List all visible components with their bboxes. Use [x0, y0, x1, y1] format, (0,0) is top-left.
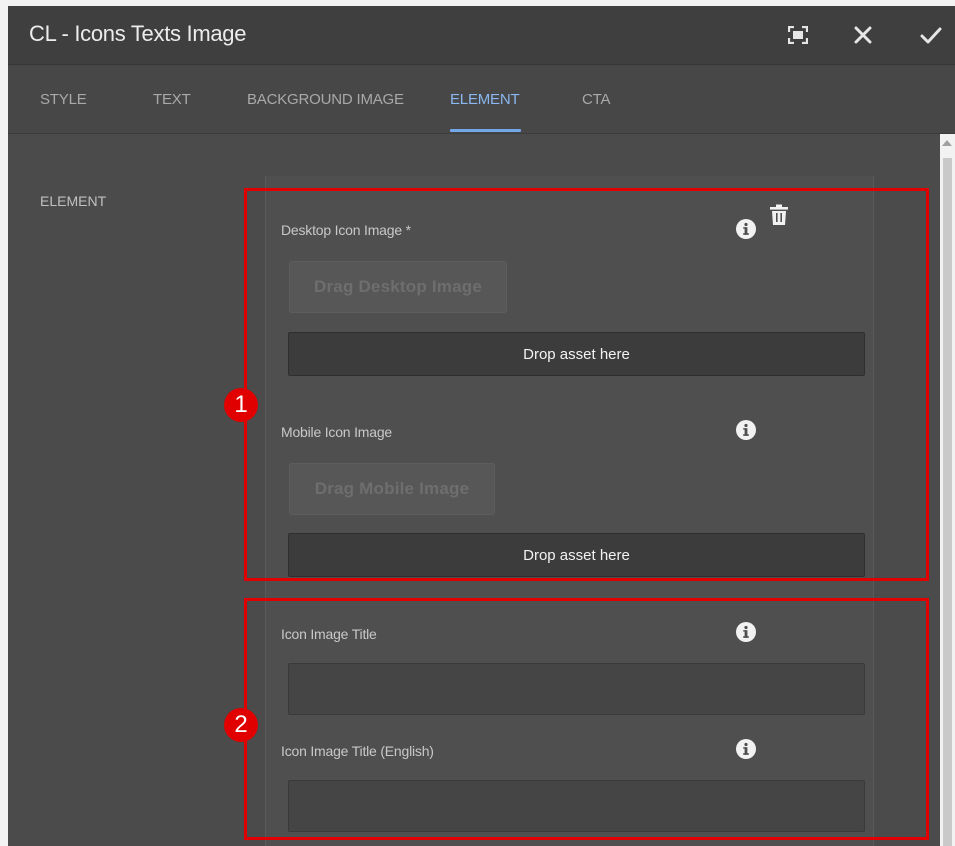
- annotation-marker-1: 1: [224, 388, 258, 422]
- annotation-marker-2: 2: [224, 708, 258, 742]
- active-tab-indicator: [450, 129, 521, 132]
- tab-style[interactable]: STYLE: [40, 91, 87, 108]
- done-icon[interactable]: [916, 20, 946, 50]
- fullscreen-icon[interactable]: [783, 20, 813, 50]
- tab-text[interactable]: TEXT: [153, 91, 191, 108]
- tab-element[interactable]: ELEMENT: [450, 91, 520, 108]
- tab-background-image[interactable]: BACKGROUND IMAGE: [247, 91, 404, 108]
- tab-bar: STYLE TEXT BACKGROUND IMAGE ELEMENT CTA: [8, 65, 955, 134]
- annotation-box-1: [244, 188, 929, 581]
- section-label: ELEMENT: [40, 193, 107, 209]
- close-icon[interactable]: [848, 20, 878, 50]
- annotation-box-2: [244, 598, 929, 840]
- scrollbar[interactable]: [940, 134, 955, 846]
- scroll-up-arrow-icon[interactable]: [942, 140, 952, 146]
- dialog-header: CL - Icons Texts Image: [8, 6, 955, 65]
- tab-cta[interactable]: CTA: [582, 91, 610, 108]
- scroll-thumb[interactable]: [943, 158, 952, 846]
- dialog-title: CL - Icons Texts Image: [29, 21, 247, 46]
